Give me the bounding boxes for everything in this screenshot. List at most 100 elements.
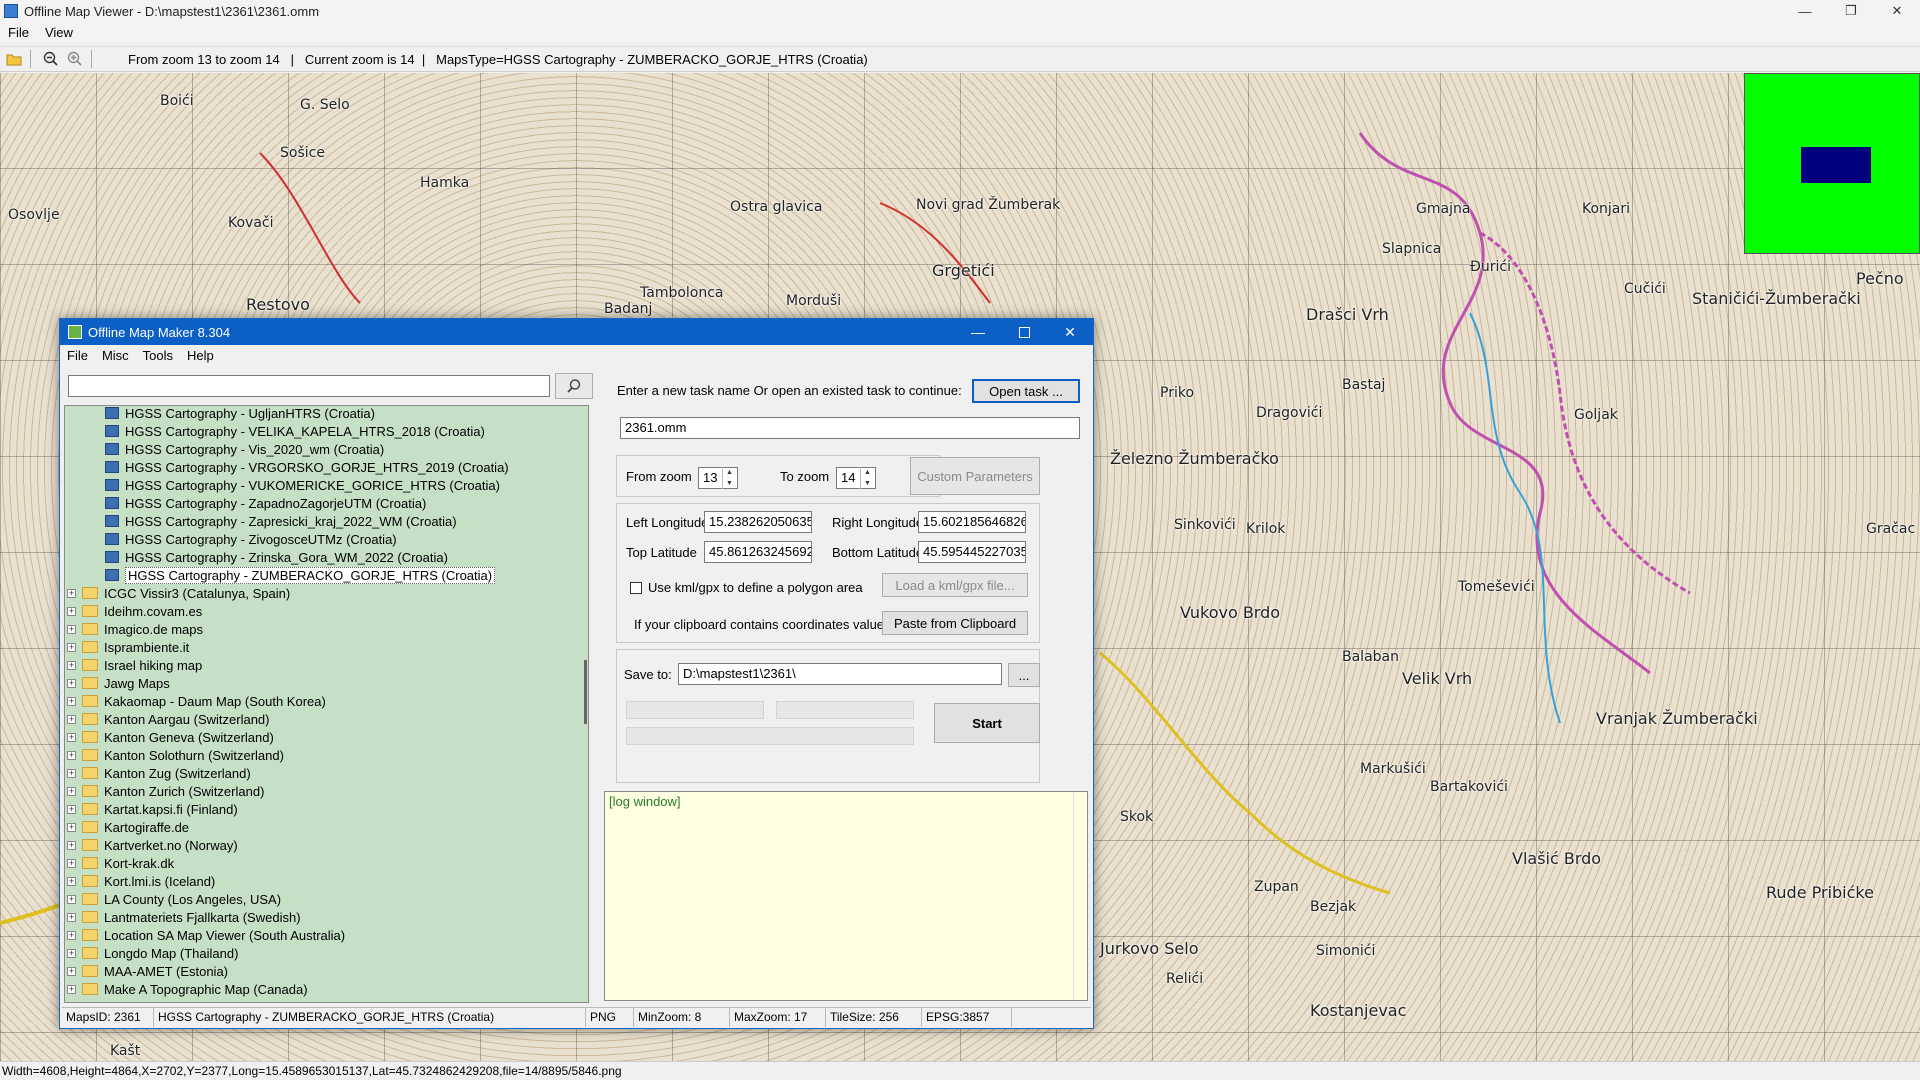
expand-icon[interactable]: +: [67, 696, 76, 706]
tree-item-folder[interactable]: + Kort-krak.dk: [65, 854, 588, 872]
dialog-menu-tools[interactable]: Tools: [136, 348, 180, 363]
tree-item-map[interactable]: HGSS Cartography - VRGORSKO_GORJE_HTRS_2…: [65, 458, 588, 476]
menu-view[interactable]: View: [37, 25, 81, 40]
bottom-lat-input[interactable]: 45.5954452270354: [918, 541, 1026, 563]
folder-icon: [82, 641, 98, 653]
tree-item-label: Kort-krak.dk: [104, 855, 175, 871]
tree-item-folder[interactable]: + ICGC Vissir3 (Catalunya, Spain): [65, 584, 588, 602]
minimap[interactable]: [1744, 73, 1920, 254]
tree-item-map[interactable]: HGSS Cartography - VUKOMERICKE_GORICE_HT…: [65, 476, 588, 494]
left-lon-input[interactable]: 15.238262050635: [704, 511, 812, 533]
expand-icon[interactable]: +: [67, 588, 76, 598]
expand-icon[interactable]: +: [67, 840, 76, 850]
dialog-titlebar: Offline Map Maker 8.304 — ✕: [60, 319, 1093, 345]
search-button[interactable]: [555, 373, 593, 399]
expand-icon[interactable]: +: [67, 804, 76, 814]
tree-item-map[interactable]: HGSS Cartography - UgljanHTRS (Croatia): [65, 406, 588, 422]
expand-icon[interactable]: +: [67, 858, 76, 868]
tree-item-folder[interactable]: + Kartogiraffe.de: [65, 818, 588, 836]
start-button[interactable]: Start: [934, 703, 1040, 743]
zoom-out-icon[interactable]: [41, 49, 61, 69]
minimap-viewport[interactable]: [1801, 147, 1871, 183]
use-kml-checkbox[interactable]: [630, 582, 642, 594]
tree-item-folder[interactable]: + LA County (Los Angeles, USA): [65, 890, 588, 908]
expand-icon[interactable]: +: [67, 642, 76, 652]
tree-item-map[interactable]: HGSS Cartography - Vis_2020_wm (Croatia): [65, 440, 588, 458]
expand-icon[interactable]: +: [67, 822, 76, 832]
expand-icon[interactable]: +: [67, 750, 76, 760]
to-zoom-spinner[interactable]: ▲ ▼: [860, 467, 874, 489]
tree-item-folder[interactable]: + Kartat.kapsi.fi (Finland): [65, 800, 588, 818]
tree-item-folder[interactable]: + Longdo Map (Thailand): [65, 944, 588, 962]
expand-icon[interactable]: +: [67, 714, 76, 724]
tree-item-map[interactable]: HGSS Cartography - ZivogosceUTMz (Croati…: [65, 530, 588, 548]
tree-item-map[interactable]: HGSS Cartography - Zrinska_Gora_WM_2022 …: [65, 548, 588, 566]
expand-icon[interactable]: +: [67, 966, 76, 976]
tree-item-folder[interactable]: + Kanton Geneva (Switzerland): [65, 728, 588, 746]
tree-item-folder[interactable]: + Israel hiking map: [65, 656, 588, 674]
menu-file[interactable]: File: [0, 25, 37, 40]
dialog-close-button[interactable]: ✕: [1047, 319, 1093, 345]
map-search-input[interactable]: [68, 375, 550, 397]
log-window[interactable]: [log window]: [604, 791, 1088, 1001]
expand-icon[interactable]: +: [67, 894, 76, 904]
load-kml-button[interactable]: Load a kml/gpx file...: [882, 573, 1028, 597]
expand-icon[interactable]: +: [67, 606, 76, 616]
tree-item-folder[interactable]: + Kakaomap - Daum Map (South Korea): [65, 692, 588, 710]
save-path-input[interactable]: D:\mapstest1\2361\: [678, 663, 1002, 685]
log-scrollbar[interactable]: [1073, 792, 1087, 1000]
tree-item-folder[interactable]: + Kanton Aargau (Switzerland): [65, 710, 588, 728]
open-task-button[interactable]: Open task ...: [972, 379, 1080, 403]
tree-item-map[interactable]: HGSS Cartography - VELIKA_KAPELA_HTRS_20…: [65, 422, 588, 440]
expand-icon[interactable]: +: [67, 984, 76, 994]
tree-scrollbar-thumb[interactable]: [584, 660, 587, 724]
browse-button[interactable]: ...: [1008, 663, 1040, 687]
tree-item-folder[interactable]: + Kort.lmi.is (Iceland): [65, 872, 588, 890]
expand-icon[interactable]: +: [67, 912, 76, 922]
expand-icon[interactable]: +: [67, 930, 76, 940]
minimize-button[interactable]: —: [1782, 0, 1828, 22]
custom-parameters-button[interactable]: Custom Parameters: [910, 457, 1040, 495]
tree-item-folder[interactable]: + Ideihm.covam.es: [65, 602, 588, 620]
tree-item-folder[interactable]: + Isprambiente.it: [65, 638, 588, 656]
maximize-button[interactable]: ❐: [1828, 0, 1874, 22]
tree-item-map[interactable]: HGSS Cartography - Zapresicki_kraj_2022_…: [65, 512, 588, 530]
close-button[interactable]: ✕: [1874, 0, 1920, 22]
tree-item-map[interactable]: HGSS Cartography - ZUMBERACKO_GORJE_HTRS…: [65, 566, 588, 584]
tree-item-folder[interactable]: + Kanton Zurich (Switzerland): [65, 782, 588, 800]
tree-item-folder[interactable]: + Imagico.de maps: [65, 620, 588, 638]
right-lon-input[interactable]: 15.6021856468268: [918, 511, 1026, 533]
expand-icon[interactable]: +: [67, 678, 76, 688]
map-source-tree[interactable]: HGSS Cartography - UgljanHTRS (Croatia) H…: [64, 405, 589, 1003]
tree-item-folder[interactable]: + MAA-AMET (Estonia): [65, 962, 588, 980]
task-name-input[interactable]: 2361.omm: [620, 417, 1080, 439]
top-lat-input[interactable]: 45.8612632456928: [704, 541, 812, 563]
tree-item-folder[interactable]: + Location SA Map Viewer (South Australia…: [65, 926, 588, 944]
expand-icon[interactable]: +: [67, 768, 76, 778]
dialog-menu-file[interactable]: File: [60, 348, 95, 363]
task-prompt-label: Enter a new task name Or open an existed…: [617, 383, 962, 398]
open-folder-icon[interactable]: [4, 49, 24, 69]
expand-icon[interactable]: +: [67, 786, 76, 796]
dialog-maximize-button[interactable]: [1001, 319, 1047, 345]
tree-item-folder[interactable]: + Lantmateriets Fjallkarta (Swedish): [65, 908, 588, 926]
zoom-in-icon[interactable]: [65, 49, 85, 69]
expand-icon[interactable]: +: [67, 660, 76, 670]
dialog-minimize-button[interactable]: —: [955, 319, 1001, 345]
save-to-label: Save to:: [624, 667, 672, 682]
dialog-menu-misc[interactable]: Misc: [95, 348, 136, 363]
tree-item-folder[interactable]: + Kanton Solothurn (Switzerland): [65, 746, 588, 764]
tree-item-folder[interactable]: + Make A Topographic Map (Canada): [65, 980, 588, 998]
expand-icon[interactable]: +: [67, 624, 76, 634]
expand-icon[interactable]: +: [67, 876, 76, 886]
tree-item-folder[interactable]: + Jawg Maps: [65, 674, 588, 692]
expand-icon[interactable]: +: [67, 948, 76, 958]
from-zoom-spinner[interactable]: ▲ ▼: [722, 467, 736, 489]
paste-clipboard-button[interactable]: Paste from Clipboard: [882, 611, 1028, 635]
tree-item-folder[interactable]: + Kartverket.no (Norway): [65, 836, 588, 854]
tree-item-map[interactable]: HGSS Cartography - ZapadnoZagorjeUTM (Cr…: [65, 494, 588, 512]
expand-icon[interactable]: +: [67, 732, 76, 742]
dialog-menu-help[interactable]: Help: [180, 348, 221, 363]
tree-scrollbar[interactable]: [582, 406, 588, 1002]
tree-item-folder[interactable]: + Kanton Zug (Switzerland): [65, 764, 588, 782]
